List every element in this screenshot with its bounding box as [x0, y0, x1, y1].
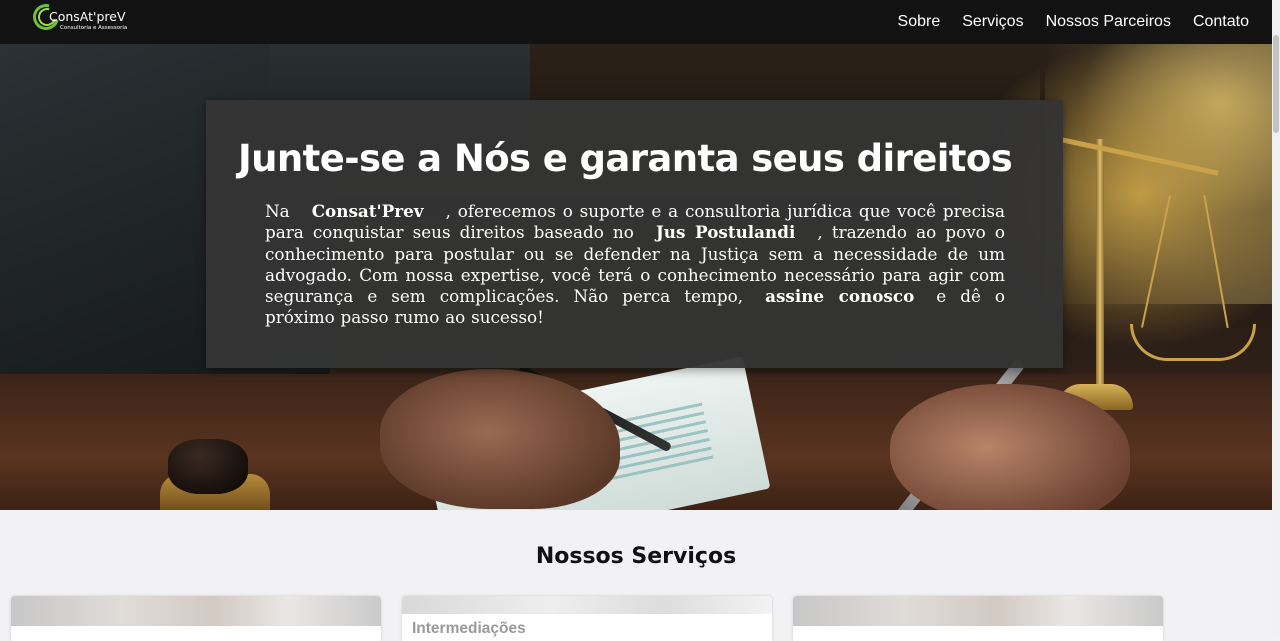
service-card[interactable]	[11, 596, 381, 641]
brand-logo[interactable]: ConsAt'preV Consultoria e Assessoria	[28, 0, 143, 37]
service-card-image	[402, 596, 772, 614]
hero-text-part: Na	[265, 201, 290, 221]
services-title: Nossos Serviços	[535, 544, 737, 569]
scale-pan	[1130, 324, 1256, 361]
navbar: ConsAt'preV Consultoria e Assessoria Sob…	[0, 0, 1272, 44]
scale-of-justice-icon	[1096, 139, 1104, 399]
nav-link-contato[interactable]: Contato	[1193, 13, 1249, 31]
service-card-title: Intermediações	[412, 620, 526, 637]
logo-name: ConsAt'preV	[49, 9, 126, 24]
nav-link-servicos[interactable]: Serviços	[962, 13, 1023, 31]
service-card-intermediacoes[interactable]: Intermediações	[402, 596, 772, 641]
logo-tagline: Consultoria e Assessoria	[60, 25, 128, 31]
hero-concept: Jus Postulandi	[655, 222, 796, 243]
hero-cta: assine conosco	[765, 286, 915, 307]
hero-brand-name: Consat'Prev	[311, 201, 424, 221]
scrollbar-thumb[interactable]	[1273, 35, 1279, 133]
nav-link-parceiros[interactable]: Nossos Parceiros	[1046, 13, 1171, 31]
nav-menu: Sobre Serviços Nossos Parceiros Contato	[898, 0, 1249, 44]
hero-title: Junte-se a Nós e garanta seus direitos	[238, 137, 1013, 180]
hero-section: Junte-se a Nós e garanta seus direitos N…	[0, 44, 1272, 510]
gavel-icon	[168, 439, 248, 494]
service-card[interactable]	[793, 596, 1163, 641]
page-scrollbar[interactable]	[1272, 0, 1280, 637]
services-section: Nossos Serviços Intermediações	[0, 510, 1272, 641]
hero-description: Na Consat'Prev, oferecemos o suporte e a …	[265, 201, 1005, 329]
service-card-image	[793, 596, 1163, 626]
service-card-image	[11, 596, 381, 626]
hero-card: Junte-se a Nós e garanta seus direitos N…	[206, 100, 1063, 368]
nav-link-sobre[interactable]: Sobre	[898, 13, 941, 31]
